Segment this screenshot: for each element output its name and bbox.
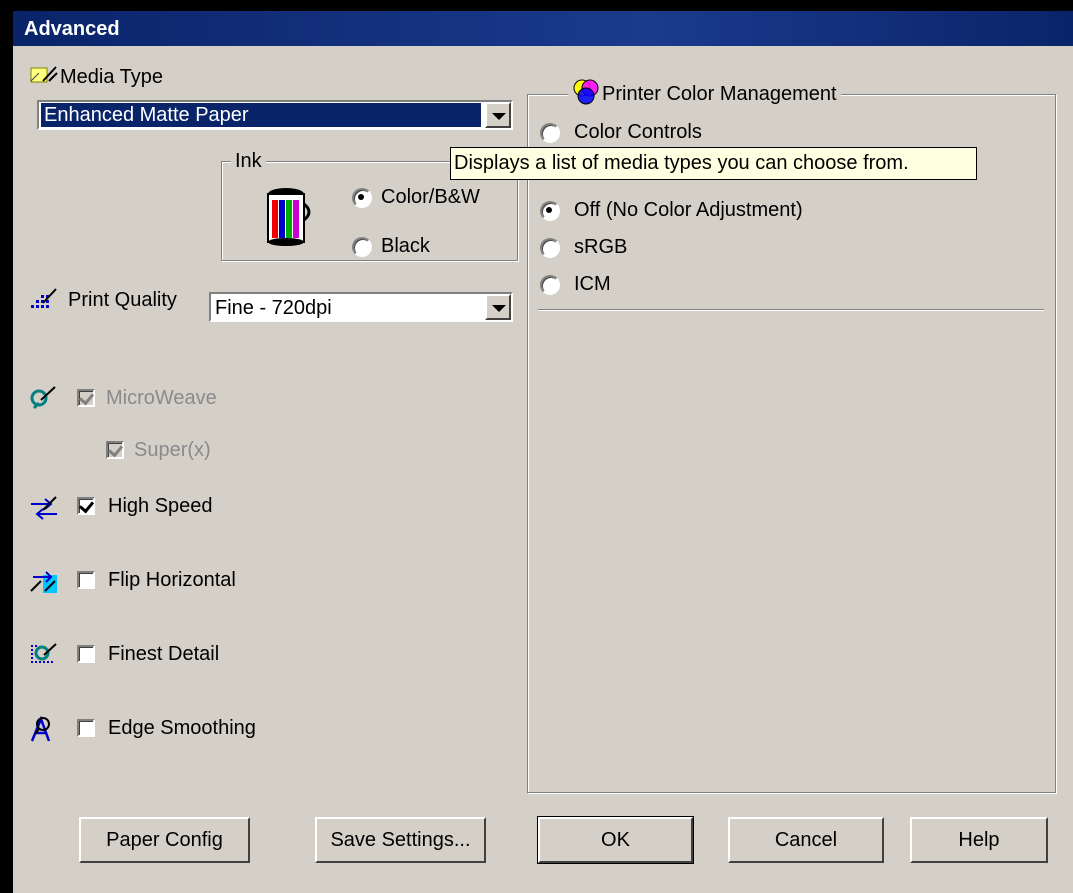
flip-horizontal-label: Flip Horizontal (108, 569, 236, 591)
color-off-radio[interactable] (540, 201, 560, 221)
paper-config-button[interactable]: Paper Config (79, 817, 250, 863)
finest-detail-label: Finest Detail (108, 643, 220, 665)
microweave-icon (30, 386, 56, 410)
finest-detail-checkbox[interactable] (77, 645, 95, 663)
color-srgb-label: sRGB (574, 236, 628, 258)
chevron-down-icon[interactable] (485, 294, 511, 320)
ok-button[interactable]: OK (537, 816, 694, 864)
flip-horizontal-checkbox[interactable] (77, 571, 95, 589)
ink-black-label: Black (381, 235, 430, 257)
media-type-label: Media Type (60, 66, 164, 88)
super-checkbox[interactable] (106, 441, 124, 459)
media-type-icon (30, 66, 58, 83)
color-controls-radio[interactable] (540, 123, 560, 143)
color-wheel-icon (573, 79, 599, 105)
color-controls-label: Color Controls (574, 121, 702, 143)
color-management-group-label: Printer Color Management (568, 82, 841, 106)
media-type-tooltip: Displays a list of media types you can c… (450, 147, 977, 180)
color-off-label: Off (No Color Adjustment) (574, 199, 803, 221)
finest-detail-icon (31, 643, 57, 663)
color-icm-label: ICM (574, 273, 611, 295)
ink-color-radio[interactable] (352, 188, 372, 208)
print-quality-label: Print Quality (68, 289, 177, 311)
save-settings-button[interactable]: Save Settings... (315, 817, 486, 863)
print-quality-icon (31, 288, 57, 308)
cancel-button[interactable]: Cancel (728, 817, 884, 863)
microweave-checkbox[interactable] (77, 389, 95, 407)
print-quality-value: Fine - 720dpi (215, 297, 332, 319)
super-label: Super(x) (134, 439, 211, 461)
high-speed-checkbox[interactable] (77, 497, 95, 515)
title-bar[interactable]: Advanced (13, 11, 1073, 46)
edge-smoothing-icon (30, 715, 51, 742)
edge-smoothing-label: Edge Smoothing (108, 717, 256, 739)
color-management-group: Printer Color Management Color Controls … (527, 79, 1056, 793)
microweave-label: MicroWeave (106, 387, 217, 409)
ink-black-radio[interactable] (352, 237, 372, 257)
media-type-value: Enhanced Matte Paper (41, 103, 481, 127)
advanced-dialog: Advanced Media Type Enhanced Matte Paper… (13, 11, 1073, 893)
help-button[interactable]: Help (910, 817, 1048, 863)
ink-group-label: Ink (231, 149, 266, 173)
print-quality-dropdown[interactable]: Fine - 720dpi (209, 292, 513, 322)
high-speed-label: High Speed (108, 495, 213, 517)
ink-cartridge-icon (267, 188, 311, 246)
chevron-down-icon[interactable] (485, 102, 511, 128)
flip-horizontal-icon (30, 571, 57, 593)
high-speed-icon (31, 496, 57, 520)
color-icm-radio[interactable] (540, 275, 560, 295)
ink-color-label: Color/B&W (381, 186, 480, 208)
window-title: Advanced (24, 18, 120, 40)
color-srgb-radio[interactable] (540, 238, 560, 258)
edge-smoothing-checkbox[interactable] (77, 719, 95, 737)
separator (538, 309, 1044, 311)
media-type-dropdown[interactable]: Enhanced Matte Paper (37, 100, 513, 130)
